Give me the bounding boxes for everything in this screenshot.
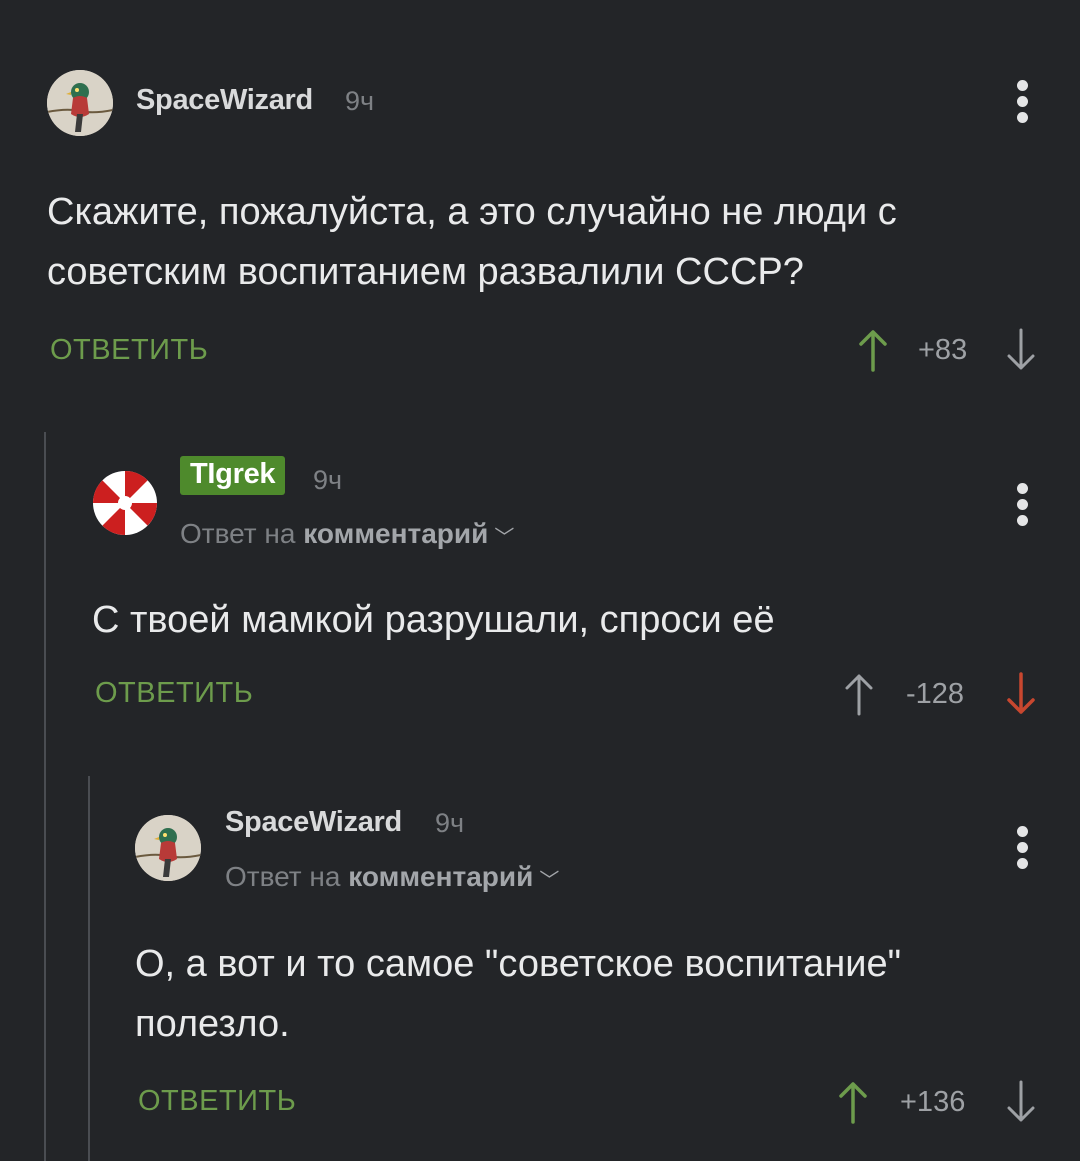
comment-text: С твоей мамкой разрушали, спроси её [92,599,775,641]
comment-score: -128 [906,678,965,710]
reply-to-link[interactable]: Ответ на комментарий ﹀ [225,861,559,893]
comment-score: +136 [900,1086,966,1118]
reply-prefix: Ответ на [225,861,341,892]
more-menu-icon[interactable] [1015,483,1029,531]
thread-line-level-1 [44,432,46,1161]
upvote-arrow-icon[interactable] [838,1080,868,1124]
bird-avatar-icon [47,70,113,136]
chevron-down-icon: ﹀ [494,527,515,550]
reply-button[interactable]: ОТВЕТИТЬ [50,334,208,367]
upvote-arrow-icon[interactable] [844,672,874,716]
upvote-arrow-icon[interactable] [858,328,888,372]
comment-text: Скажите, пожалуйста, а это случайно не л… [47,191,897,293]
reply-button[interactable]: ОТВЕТИТЬ [138,1085,296,1118]
downvote-arrow-icon[interactable] [1006,1080,1036,1124]
umbrella-logo-icon [93,471,157,535]
more-menu-icon[interactable] [1015,826,1029,874]
reply-prefix: Ответ на [180,518,296,549]
avatar[interactable] [47,70,113,136]
avatar[interactable] [135,815,201,881]
downvote-arrow-icon[interactable] [1006,328,1036,372]
comment-score: +83 [918,334,968,366]
comment-text: О, а вот и то самое "советское воспитани… [135,943,902,1045]
comment-author[interactable]: SpaceWizard [136,84,313,117]
reply-target: комментарий [303,518,489,549]
comment-author[interactable]: SpaceWizard [225,806,402,839]
reply-button[interactable]: ОТВЕТИТЬ [95,677,253,710]
reply-to-link[interactable]: Ответ на комментарий ﹀ [180,518,514,550]
comment-time: 9ч [345,86,375,116]
reply-target: комментарий [348,861,534,892]
downvote-arrow-icon[interactable] [1006,672,1036,716]
comment-time: 9ч [435,808,465,838]
more-menu-icon[interactable] [1015,80,1029,128]
vote-controls: +83 [850,328,1050,372]
avatar[interactable] [92,470,158,536]
comment-time: 9ч [313,465,343,495]
thread-line-level-2 [88,776,90,1161]
vote-controls: +136 [830,1080,1050,1124]
bird-avatar-icon [135,815,201,881]
vote-controls: -128 [838,672,1050,716]
comment-author[interactable]: TIgrek [180,456,286,495]
chevron-down-icon: ﹀ [539,870,560,893]
